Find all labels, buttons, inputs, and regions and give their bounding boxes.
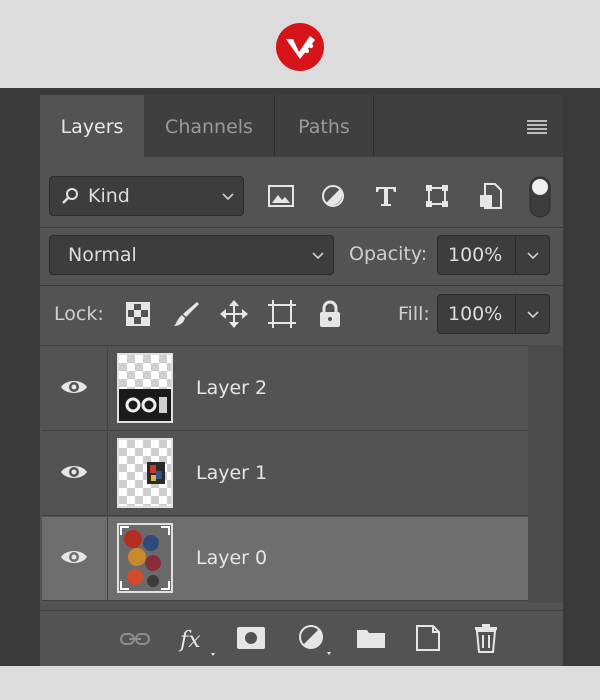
eye-icon bbox=[61, 466, 87, 478]
thumbnail-image bbox=[147, 462, 165, 484]
kind-filter-dropdown[interactable]: Kind bbox=[49, 176, 244, 216]
panel-footer: fx bbox=[40, 610, 563, 666]
layers-scroll-track[interactable] bbox=[528, 345, 563, 603]
tab-paths[interactable]: Paths bbox=[275, 95, 374, 157]
filter-toggle-switch[interactable] bbox=[529, 176, 551, 218]
blend-mode-dropdown[interactable]: Normal bbox=[49, 235, 334, 275]
eye-icon bbox=[61, 551, 87, 563]
pixel-filter-icon[interactable] bbox=[268, 185, 294, 207]
visibility-toggle[interactable] bbox=[42, 517, 108, 601]
type-filter-icon[interactable] bbox=[374, 184, 398, 208]
chevron-down-icon[interactable] bbox=[527, 252, 539, 260]
layer-thumbnail bbox=[117, 523, 173, 593]
opacity-value: 100% bbox=[448, 244, 503, 266]
lock-position-move-icon[interactable] bbox=[220, 300, 248, 328]
smart-object-filter-icon[interactable] bbox=[479, 183, 503, 209]
mask-icon[interactable] bbox=[236, 626, 266, 650]
layers-panel: Layers Channels Paths Kind Normal Opacit… bbox=[40, 95, 563, 666]
layer-thumbnail bbox=[117, 353, 173, 423]
chevron-down-icon[interactable] bbox=[527, 311, 539, 319]
lock-artboard-icon[interactable] bbox=[267, 299, 297, 329]
link-icon[interactable] bbox=[120, 632, 150, 646]
divider bbox=[40, 227, 563, 228]
layer-row-2[interactable]: Layer 2 bbox=[42, 347, 528, 431]
fx-icon[interactable]: fx bbox=[178, 625, 218, 659]
lock-all-icon[interactable] bbox=[319, 300, 341, 328]
panel-tabs: Layers Channels Paths bbox=[40, 95, 563, 157]
top-banner bbox=[0, 0, 600, 88]
opacity-field[interactable]: 100% bbox=[437, 235, 550, 275]
fill-field[interactable]: 100% bbox=[437, 294, 550, 334]
search-icon bbox=[62, 188, 78, 204]
adjustment-filter-icon[interactable] bbox=[321, 184, 345, 208]
new-layer-icon[interactable] bbox=[416, 625, 440, 651]
visibility-toggle[interactable] bbox=[42, 432, 108, 516]
bottom-strip bbox=[0, 666, 600, 700]
thumbnail-image bbox=[119, 389, 171, 421]
layer-row-1[interactable]: Layer 1 bbox=[42, 432, 528, 516]
lock-image-pixels-brush-icon[interactable] bbox=[172, 300, 200, 328]
panel-menu-icon[interactable] bbox=[527, 119, 547, 135]
layer-name[interactable]: Layer 0 bbox=[196, 547, 267, 569]
brand-logo bbox=[276, 23, 324, 71]
divider bbox=[515, 236, 516, 274]
folder-icon[interactable] bbox=[356, 627, 386, 649]
tab-channels[interactable]: Channels bbox=[144, 95, 275, 157]
layer-name[interactable]: Layer 2 bbox=[196, 377, 267, 399]
lock-label: Lock: bbox=[54, 303, 104, 325]
layer-name[interactable]: Layer 1 bbox=[196, 462, 267, 484]
kind-label: Kind bbox=[88, 185, 130, 207]
divider bbox=[40, 345, 563, 346]
svg-text:fx: fx bbox=[178, 628, 201, 653]
fill-label: Fill: bbox=[398, 303, 430, 325]
layer-thumbnail bbox=[117, 438, 173, 508]
selection-brackets bbox=[120, 526, 170, 590]
blend-mode-value: Normal bbox=[68, 244, 137, 266]
visibility-toggle[interactable] bbox=[42, 347, 108, 431]
chevron-down-icon bbox=[222, 193, 234, 201]
lock-transparent-pixels-icon[interactable] bbox=[126, 302, 150, 326]
layer-row-0[interactable]: Layer 0 bbox=[42, 517, 528, 601]
tab-layers[interactable]: Layers bbox=[40, 95, 144, 157]
shape-filter-icon[interactable] bbox=[425, 184, 449, 208]
trash-icon[interactable] bbox=[474, 623, 498, 653]
eye-icon bbox=[61, 381, 87, 393]
divider bbox=[515, 295, 516, 333]
fill-value: 100% bbox=[448, 303, 503, 325]
chevron-down-icon bbox=[312, 252, 324, 260]
adjustment-icon[interactable] bbox=[298, 624, 334, 658]
divider bbox=[40, 285, 563, 286]
opacity-label: Opacity: bbox=[349, 243, 428, 265]
